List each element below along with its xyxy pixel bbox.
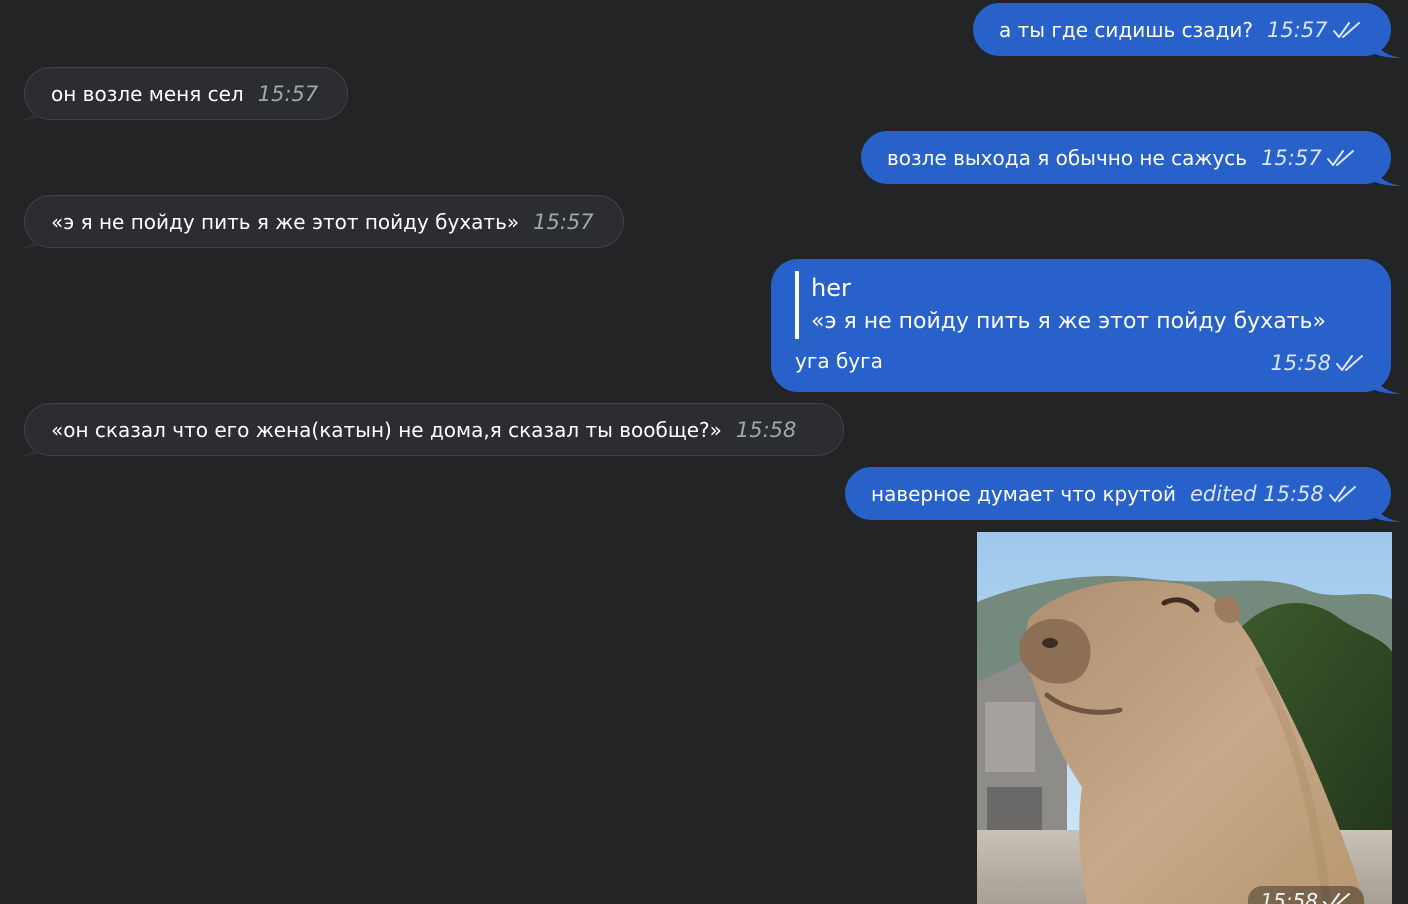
bubble-tail [13, 99, 41, 121]
message-meta: 15:57 [257, 81, 319, 106]
message-text: наверное думает что крутой [871, 481, 1176, 506]
message-meta: 15:57 [533, 209, 594, 234]
message-text: «он сказал что его жена(катын) не дома,я… [51, 417, 722, 442]
message-meta: 15:58 [1270, 351, 1365, 375]
double-check-icon [1326, 149, 1354, 166]
message-text: «э я не пойду пить я же этот пойду бухат… [51, 209, 520, 234]
double-check-icon [1328, 485, 1356, 502]
message-meta: 15:57 [1261, 146, 1356, 170]
photo-meta: 15:58 [1248, 886, 1364, 904]
reply-quote-text: «э я не пойду пить я же этот пойду бухат… [811, 309, 1326, 334]
bubble-tail [1375, 36, 1403, 58]
message-text: возле выхода я обычно не сажусь [887, 145, 1248, 170]
capybara-nostril [1042, 638, 1058, 648]
double-check-icon [1332, 21, 1360, 38]
incoming-message[interactable]: он возле меня сел 15:57 [13, 67, 348, 121]
message-text: а ты где сидишь сзади? [999, 17, 1254, 42]
bubble-tail [13, 227, 41, 249]
outgoing-message[interactable]: наверное думает что крутой edited 15:58 [845, 467, 1403, 522]
bubble-tail [1375, 164, 1403, 186]
photo-message[interactable]: 15:58 [977, 532, 1392, 904]
incoming-message[interactable]: «э я не пойду пить я же этот пойду бухат… [13, 195, 624, 249]
capybara-photo [977, 532, 1392, 904]
bubble-tail [13, 435, 41, 457]
reply-author-name: her [811, 274, 851, 302]
double-check-icon [1336, 355, 1363, 371]
fence [987, 787, 1042, 832]
message-meta: edited 15:58 [1190, 482, 1358, 506]
message-text: уга буга [795, 349, 883, 373]
building-window [985, 702, 1035, 772]
quoted-reply[interactable]: her «э я не пойду пить я же этот пойду б… [795, 271, 1326, 339]
bubble-tail [1375, 372, 1403, 394]
outgoing-reply-message[interactable]: her «э я не пойду пить я же этот пойду б… [771, 259, 1403, 394]
message-meta: 15:57 [1267, 18, 1362, 42]
outgoing-message[interactable]: возле выхода я обычно не сажусь 15:57 [861, 131, 1403, 186]
outgoing-message[interactable]: а ты где сидишь сзади? 15:57 [973, 3, 1403, 58]
bubble-tail [1375, 500, 1403, 522]
double-check-icon [1323, 893, 1350, 904]
message-meta: 15:58 [735, 417, 797, 442]
incoming-message[interactable]: «он сказал что его жена(катын) не дома,я… [13, 403, 844, 457]
chat-history[interactable]: а ты где сидишь сзади? 15:57 он возле ме… [0, 0, 1408, 904]
message-text: он возле меня сел [51, 81, 244, 106]
